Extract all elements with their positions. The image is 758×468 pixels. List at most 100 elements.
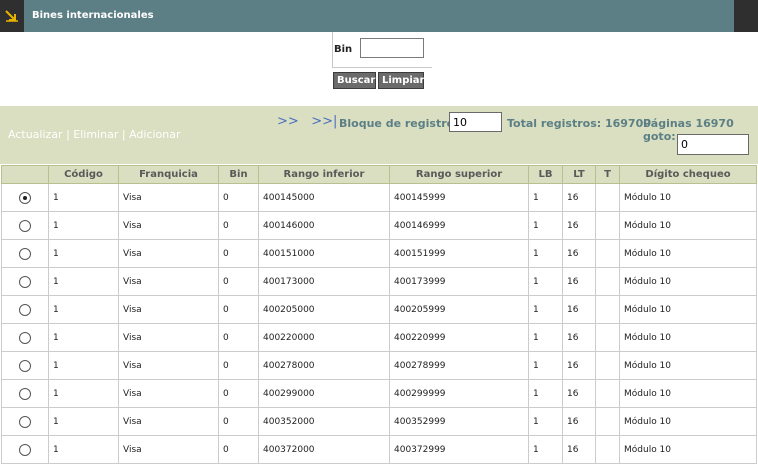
cell-t: [595, 211, 620, 240]
cell-lt: 16: [562, 407, 596, 436]
eliminar-link[interactable]: Eliminar: [73, 128, 118, 141]
cell-digito-chequeo: Módulo 10: [619, 267, 757, 296]
cell-bin: 0: [218, 407, 259, 436]
cell-codigo: 1: [48, 323, 119, 352]
titlebar-right-box: [734, 0, 758, 32]
column-header-franquicia: Franquicia: [118, 165, 219, 184]
row-radio-button[interactable]: [19, 191, 31, 204]
table-row[interactable]: 1 Visa 0 400372000 400372999 1 16 Módulo 10: [1, 435, 757, 464]
cell-franquicia: Visa: [118, 211, 219, 240]
cell-franquicia: Visa: [118, 295, 219, 324]
table-row[interactable]: 1 Visa 0 400220000 400220999 1 16 Módulo 10: [1, 323, 757, 352]
cell-franquicia: Visa: [118, 435, 219, 464]
cell-rango-superior: 400372999: [389, 435, 529, 464]
cell-t: [595, 379, 620, 408]
cell-bin: 0: [218, 183, 259, 212]
row-select-cell: [1, 351, 49, 380]
cell-codigo: 1: [48, 295, 119, 324]
buscar-button[interactable]: Buscar: [333, 72, 376, 89]
cell-digito-chequeo: Módulo 10: [619, 323, 757, 352]
table-row[interactable]: 1 Visa 0 400278000 400278999 1 16 Módulo 10: [1, 351, 757, 380]
cell-bin: 0: [218, 239, 259, 268]
row-select-cell: [1, 239, 49, 268]
titlebar-icon-box: [0, 0, 24, 32]
cell-lt: 16: [562, 435, 596, 464]
table-row[interactable]: 1 Visa 0 400145000 400145999 1 16 Módulo 10: [1, 183, 757, 212]
bines-table: Código Franquicia Bin Rango inferior Rango s…: [1, 165, 757, 464]
bin-input[interactable]: [360, 38, 424, 58]
last-page-link[interactable]: >>|: [311, 114, 337, 129]
cell-rango-superior: 400220999: [389, 323, 529, 352]
table-row[interactable]: 1 Visa 0 400173000 400173999 1 16 Módulo 10: [1, 267, 757, 296]
cell-rango-inferior: 400352000: [258, 407, 390, 436]
cell-digito-chequeo: Módulo 10: [619, 183, 757, 212]
row-select-cell: [1, 267, 49, 296]
column-header-codigo: Código: [48, 165, 119, 184]
cell-t: [595, 407, 620, 436]
cell-bin: 0: [218, 211, 259, 240]
cell-digito-chequeo: Módulo 10: [619, 407, 757, 436]
table-row[interactable]: 1 Visa 0 400299000 400299999 1 16 Módulo 10: [1, 379, 757, 408]
row-radio-button[interactable]: [19, 359, 31, 372]
next-page-link[interactable]: >>: [277, 114, 299, 129]
table-row[interactable]: 1 Visa 0 400205000 400205999 1 16 Módulo 10: [1, 295, 757, 324]
cell-rango-inferior: 400151000: [258, 239, 390, 268]
cell-lb: 1: [528, 379, 563, 408]
column-header-select: [1, 165, 49, 184]
cell-lt: 16: [562, 239, 596, 268]
cell-digito-chequeo: Módulo 10: [619, 435, 757, 464]
cell-t: [595, 183, 620, 212]
cell-t: [595, 435, 620, 464]
row-select-cell: [1, 407, 49, 436]
cell-t: [595, 295, 620, 324]
cell-bin: 0: [218, 351, 259, 380]
separator: |: [121, 128, 126, 141]
limpiar-button[interactable]: Limpiar: [378, 72, 425, 89]
row-radio-button[interactable]: [19, 443, 31, 456]
column-header-digito-chequeo: Dígito chequeo: [619, 165, 757, 184]
cell-lb: 1: [528, 351, 563, 380]
cell-bin: 0: [218, 323, 259, 352]
row-radio-button[interactable]: [19, 387, 31, 400]
goto-input[interactable]: [677, 134, 749, 155]
cell-franquicia: Visa: [118, 407, 219, 436]
cell-franquicia: Visa: [118, 267, 219, 296]
row-radio-button[interactable]: [19, 415, 31, 428]
row-select-cell: [1, 435, 49, 464]
row-radio-button[interactable]: [19, 303, 31, 316]
bloque-label: Bloque de registros:: [339, 117, 466, 130]
cell-lt: 16: [562, 267, 596, 296]
column-header-rango-inferior: Rango inferior: [258, 165, 390, 184]
column-header-lt: LT: [562, 165, 596, 184]
adicionar-link[interactable]: Adicionar: [129, 128, 180, 141]
row-radio-button[interactable]: [19, 247, 31, 260]
page-nav: >> >>|: [277, 114, 337, 129]
cell-rango-superior: 400146999: [389, 211, 529, 240]
table-row[interactable]: 1 Visa 0 400146000 400146999 1 16 Módulo 10: [1, 211, 757, 240]
table-row[interactable]: 1 Visa 0 400352000 400352999 1 16 Módulo 10: [1, 407, 757, 436]
actualizar-link[interactable]: Actualizar: [8, 128, 63, 141]
cell-rango-superior: 400278999: [389, 351, 529, 380]
row-radio-button[interactable]: [19, 219, 31, 232]
cell-rango-inferior: 400146000: [258, 211, 390, 240]
row-radio-button[interactable]: [19, 331, 31, 344]
total-registros-label: Total registros: 169700: [507, 117, 651, 130]
row-radio-button[interactable]: [19, 275, 31, 288]
column-header-lb: LB: [528, 165, 563, 184]
cell-franquicia: Visa: [118, 351, 219, 380]
search-divider: [332, 32, 333, 68]
bloque-input[interactable]: [449, 112, 502, 132]
cell-rango-inferior: 400173000: [258, 267, 390, 296]
column-header-rango-superior: Rango superior: [389, 165, 529, 184]
table-row[interactable]: 1 Visa 0 400151000 400151999 1 16 Módulo 10: [1, 239, 757, 268]
cell-rango-inferior: 400372000: [258, 435, 390, 464]
records-toolbar: Actualizar | Eliminar | Adicionar >> >>|…: [0, 106, 758, 164]
row-select-cell: [1, 295, 49, 324]
cell-lb: 1: [528, 267, 563, 296]
window-titlebar: Bines internacionales: [0, 0, 758, 32]
cell-rango-superior: 400173999: [389, 267, 529, 296]
cell-franquicia: Visa: [118, 239, 219, 268]
cell-lb: 1: [528, 211, 563, 240]
cell-lb: 1: [528, 295, 563, 324]
cell-codigo: 1: [48, 183, 119, 212]
